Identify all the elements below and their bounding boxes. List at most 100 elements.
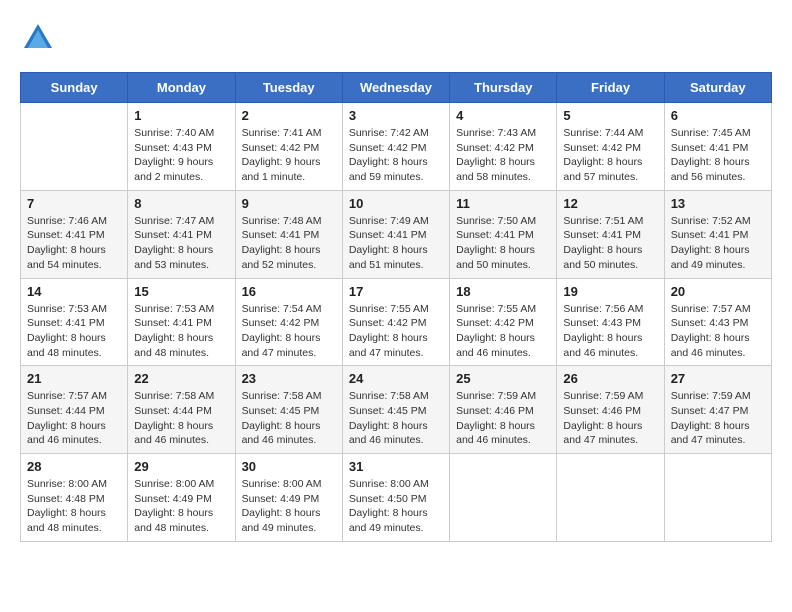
calendar-cell: 4 Sunrise: 7:43 AMSunset: 4:42 PMDaylight… [450, 103, 557, 191]
calendar-cell: 30Sunrise: 8:00 AMSunset: 4:49 PMDayligh… [235, 454, 342, 542]
day-number: 18 [456, 284, 550, 299]
day-number: 5 [563, 108, 657, 123]
day-number: 21 [27, 371, 121, 386]
calendar-cell: 19Sunrise: 7:56 AMSunset: 4:43 PMDayligh… [557, 278, 664, 366]
cell-content: Sunrise: 7:46 AMSunset: 4:41 PMDaylight:… [27, 214, 121, 273]
day-number: 24 [349, 371, 443, 386]
calendar-day-header: Monday [128, 73, 235, 103]
calendar-week-row: 14 Sunrise: 7:53 AMSunset: 4:41 PMDayligh… [21, 278, 772, 366]
day-number: 27 [671, 371, 765, 386]
day-number: 22 [134, 371, 228, 386]
cell-content: Sunrise: 7:49 AMSunset: 4:41 PMDaylight:… [349, 214, 443, 273]
calendar-cell: 5 Sunrise: 7:44 AMSunset: 4:42 PMDaylight… [557, 103, 664, 191]
calendar-cell: 22 Sunrise: 7:58 AMSunset: 4:44 PMDayligh… [128, 366, 235, 454]
calendar-day-header: Tuesday [235, 73, 342, 103]
cell-content: Sunrise: 7:57 AMSunset: 4:44 PMDaylight:… [27, 389, 121, 448]
calendar-cell: 15 Sunrise: 7:53 AMSunset: 4:41 PMDayligh… [128, 278, 235, 366]
day-number: 25 [456, 371, 550, 386]
calendar-day-header: Wednesday [342, 73, 449, 103]
day-number: 17 [349, 284, 443, 299]
day-number: 8 [134, 196, 228, 211]
day-number: 2 [242, 108, 336, 123]
day-number: 12 [563, 196, 657, 211]
calendar-cell: 8 Sunrise: 7:47 AMSunset: 4:41 PMDaylight… [128, 190, 235, 278]
day-number: 16 [242, 284, 336, 299]
calendar-cell: 25 Sunrise: 7:59 AMSunset: 4:46 PMDayligh… [450, 366, 557, 454]
day-number: 29 [134, 459, 228, 474]
calendar-cell: 12 Sunrise: 7:51 AMSunset: 4:41 PMDayligh… [557, 190, 664, 278]
cell-content: Sunrise: 7:42 AMSunset: 4:42 PMDaylight:… [349, 126, 443, 185]
cell-content: Sunrise: 7:53 AMSunset: 4:41 PMDaylight:… [134, 302, 228, 361]
calendar-cell: 10Sunrise: 7:49 AMSunset: 4:41 PMDayligh… [342, 190, 449, 278]
calendar-cell: 2 Sunrise: 7:41 AMSunset: 4:42 PMDaylight… [235, 103, 342, 191]
header [20, 20, 772, 56]
calendar-cell: 3 Sunrise: 7:42 AMSunset: 4:42 PMDaylight… [342, 103, 449, 191]
calendar-cell: 24Sunrise: 7:58 AMSunset: 4:45 PMDayligh… [342, 366, 449, 454]
cell-content: Sunrise: 7:59 AMSunset: 4:47 PMDaylight:… [671, 389, 765, 448]
cell-content: Sunrise: 7:59 AMSunset: 4:46 PMDaylight:… [456, 389, 550, 448]
cell-content: Sunrise: 8:00 AMSunset: 4:50 PMDaylight:… [349, 477, 443, 536]
calendar-cell: 16 Sunrise: 7:54 AMSunset: 4:42 PMDayligh… [235, 278, 342, 366]
calendar-day-header: Friday [557, 73, 664, 103]
cell-content: Sunrise: 7:57 AMSunset: 4:43 PMDaylight:… [671, 302, 765, 361]
day-number: 9 [242, 196, 336, 211]
calendar-week-row: 1 Sunrise: 7:40 AMSunset: 4:43 PMDaylight… [21, 103, 772, 191]
calendar-cell: 1 Sunrise: 7:40 AMSunset: 4:43 PMDaylight… [128, 103, 235, 191]
day-number: 3 [349, 108, 443, 123]
day-number: 11 [456, 196, 550, 211]
calendar-day-header: Thursday [450, 73, 557, 103]
cell-content: Sunrise: 7:58 AMSunset: 4:44 PMDaylight:… [134, 389, 228, 448]
cell-content: Sunrise: 7:59 AMSunset: 4:46 PMDaylight:… [563, 389, 657, 448]
day-number: 20 [671, 284, 765, 299]
cell-content: Sunrise: 8:00 AMSunset: 4:48 PMDaylight:… [27, 477, 121, 536]
calendar-cell: 6Sunrise: 7:45 AMSunset: 4:41 PMDaylight… [664, 103, 771, 191]
cell-content: Sunrise: 7:53 AMSunset: 4:41 PMDaylight:… [27, 302, 121, 361]
calendar-cell: 17 Sunrise: 7:55 AMSunset: 4:42 PMDayligh… [342, 278, 449, 366]
cell-content: Sunrise: 7:55 AMSunset: 4:42 PMDaylight:… [456, 302, 550, 361]
day-number: 15 [134, 284, 228, 299]
cell-content: Sunrise: 7:51 AMSunset: 4:41 PMDaylight:… [563, 214, 657, 273]
day-number: 14 [27, 284, 121, 299]
calendar-cell: 31 Sunrise: 8:00 AMSunset: 4:50 PMDayligh… [342, 454, 449, 542]
logo-icon [20, 20, 56, 56]
day-number: 7 [27, 196, 121, 211]
cell-content: Sunrise: 7:41 AMSunset: 4:42 PMDaylight:… [242, 126, 336, 185]
cell-content: Sunrise: 8:00 AMSunset: 4:49 PMDaylight:… [134, 477, 228, 536]
logo [20, 20, 62, 56]
calendar-cell: 11Sunrise: 7:50 AMSunset: 4:41 PMDayligh… [450, 190, 557, 278]
cell-content: Sunrise: 7:55 AMSunset: 4:42 PMDaylight:… [349, 302, 443, 361]
cell-content: Sunrise: 7:45 AMSunset: 4:41 PMDaylight:… [671, 126, 765, 185]
cell-content: Sunrise: 7:48 AMSunset: 4:41 PMDaylight:… [242, 214, 336, 273]
day-number: 23 [242, 371, 336, 386]
day-number: 4 [456, 108, 550, 123]
calendar-cell [21, 103, 128, 191]
calendar-cell: 28Sunrise: 8:00 AMSunset: 4:48 PMDayligh… [21, 454, 128, 542]
cell-content: Sunrise: 7:40 AMSunset: 4:43 PMDaylight:… [134, 126, 228, 185]
cell-content: Sunrise: 7:54 AMSunset: 4:42 PMDaylight:… [242, 302, 336, 361]
calendar-cell: 7 Sunrise: 7:46 AMSunset: 4:41 PMDaylight… [21, 190, 128, 278]
cell-content: Sunrise: 7:44 AMSunset: 4:42 PMDaylight:… [563, 126, 657, 185]
day-number: 13 [671, 196, 765, 211]
calendar-cell: 20 Sunrise: 7:57 AMSunset: 4:43 PMDayligh… [664, 278, 771, 366]
calendar-day-header: Sunday [21, 73, 128, 103]
day-number: 31 [349, 459, 443, 474]
cell-content: Sunrise: 8:00 AMSunset: 4:49 PMDaylight:… [242, 477, 336, 536]
cell-content: Sunrise: 7:52 AMSunset: 4:41 PMDaylight:… [671, 214, 765, 273]
day-number: 26 [563, 371, 657, 386]
calendar-cell [664, 454, 771, 542]
calendar-cell [557, 454, 664, 542]
cell-content: Sunrise: 7:58 AMSunset: 4:45 PMDaylight:… [242, 389, 336, 448]
day-number: 1 [134, 108, 228, 123]
calendar-cell: 18 Sunrise: 7:55 AMSunset: 4:42 PMDayligh… [450, 278, 557, 366]
calendar-cell: 26 Sunrise: 7:59 AMSunset: 4:46 PMDayligh… [557, 366, 664, 454]
calendar-cell: 21 Sunrise: 7:57 AMSunset: 4:44 PMDayligh… [21, 366, 128, 454]
calendar-week-row: 21 Sunrise: 7:57 AMSunset: 4:44 PMDayligh… [21, 366, 772, 454]
calendar-cell [450, 454, 557, 542]
calendar-week-row: 28Sunrise: 8:00 AMSunset: 4:48 PMDayligh… [21, 454, 772, 542]
day-number: 19 [563, 284, 657, 299]
calendar-day-header: Saturday [664, 73, 771, 103]
calendar-cell: 27 Sunrise: 7:59 AMSunset: 4:47 PMDayligh… [664, 366, 771, 454]
cell-content: Sunrise: 7:43 AMSunset: 4:42 PMDaylight:… [456, 126, 550, 185]
calendar-header-row: SundayMondayTuesdayWednesdayThursdayFrid… [21, 73, 772, 103]
cell-content: Sunrise: 7:47 AMSunset: 4:41 PMDaylight:… [134, 214, 228, 273]
